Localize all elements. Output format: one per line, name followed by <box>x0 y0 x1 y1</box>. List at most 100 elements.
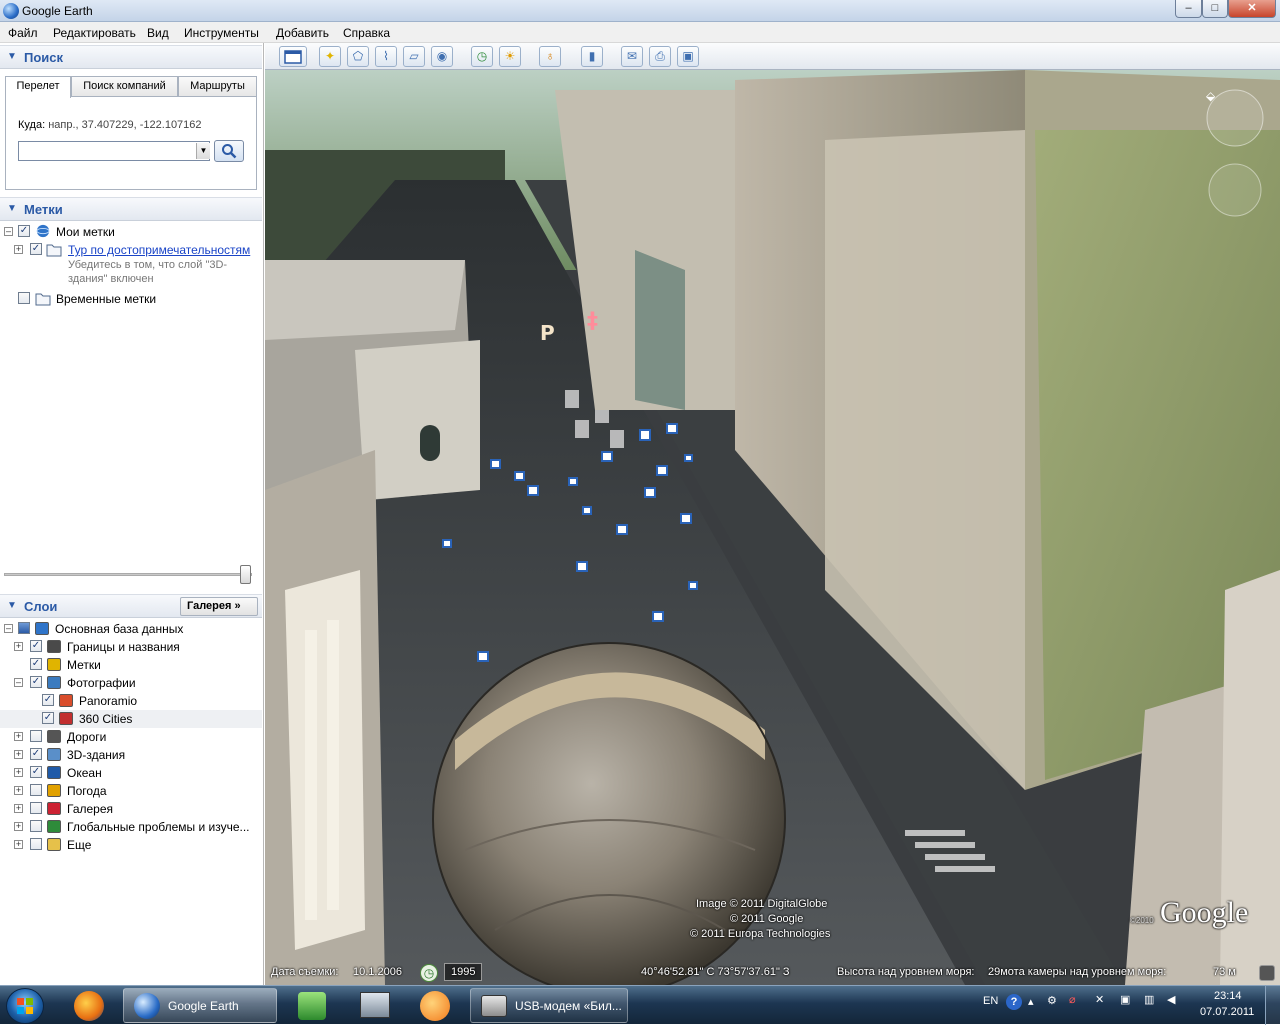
chevron-down-icon[interactable]: ▼ <box>196 143 210 159</box>
close-button[interactable]: ✕ <box>1228 0 1276 18</box>
network-icon[interactable]: ▥ <box>1144 993 1154 1006</box>
language-indicator[interactable]: EN <box>983 995 998 1007</box>
expand-toggle[interactable]: + <box>14 822 23 831</box>
record-tour-button[interactable]: ◉ <box>431 46 453 67</box>
panel-splitter-track[interactable] <box>4 573 252 576</box>
north-icon[interactable]: ⬙ <box>1206 89 1216 103</box>
checkbox[interactable]: ✓ <box>30 676 42 688</box>
places-panel-header[interactable]: ▼ Метки <box>0 197 262 221</box>
layer-item[interactable]: + ✓ Океан <box>0 764 262 782</box>
checkbox[interactable] <box>30 820 42 832</box>
collapse-toggle[interactable]: – <box>4 624 13 633</box>
tray-icon[interactable]: ✕ <box>1095 993 1104 1006</box>
switch-sky-button[interactable]: ♁ <box>539 46 561 67</box>
checkbox[interactable] <box>18 622 30 634</box>
collapse-toggle[interactable]: – <box>4 227 13 236</box>
tab-find-businesses[interactable]: Поиск компаний <box>71 76 178 97</box>
show-desktop-button[interactable] <box>1265 986 1280 1025</box>
layers-panel-header[interactable]: ▼ Слои Галерея » <box>0 594 262 618</box>
checkbox[interactable]: ✓ <box>42 712 54 724</box>
start-button[interactable] <box>6 988 44 1024</box>
search-panel-header[interactable]: ▼ Поиск <box>0 45 262 69</box>
look-joystick[interactable] <box>1206 89 1264 147</box>
chat-icon[interactable] <box>420 991 450 1021</box>
layer-item[interactable]: ✓ Метки <box>0 656 262 674</box>
history-year-button[interactable]: 1995 <box>444 963 483 981</box>
checkbox[interactable] <box>30 838 42 850</box>
checkbox[interactable] <box>18 292 30 304</box>
menu-add[interactable]: Добавить <box>276 26 329 40</box>
checkbox[interactable]: ✓ <box>30 640 42 652</box>
layer-item[interactable]: + Дороги <box>0 728 262 746</box>
checkbox[interactable]: ✓ <box>30 748 42 760</box>
expand-toggle[interactable]: + <box>14 732 23 741</box>
tray-icon[interactable]: ▣ <box>1120 993 1130 1006</box>
expand-toggle[interactable]: + <box>14 804 23 813</box>
taskbar-button-google-earth[interactable]: Google Earth <box>123 988 277 1023</box>
help-icon[interactable]: ? <box>1006 994 1022 1010</box>
layer-item[interactable]: + Еще <box>0 836 262 854</box>
firefox-icon[interactable] <box>74 991 104 1021</box>
layer-item[interactable]: ✓ Panoramio <box>0 692 262 710</box>
taskbar-button-usb-modem[interactable]: USB-модем «Бил... <box>470 988 628 1023</box>
layer-item[interactable]: + Погода <box>0 782 262 800</box>
expand-toggle[interactable]: + <box>14 840 23 849</box>
clock-date[interactable]: 07.07.2011 <box>1200 1006 1254 1018</box>
expand-toggle[interactable]: + <box>14 768 23 777</box>
add-polygon-button[interactable]: ⬠ <box>347 46 369 67</box>
checkbox[interactable]: ✓ <box>30 243 42 255</box>
menu-tools[interactable]: Инструменты <box>184 26 259 40</box>
navigation-controls[interactable]: ⬙ <box>1200 82 1270 222</box>
layer-item[interactable]: – ✓ Фотографии <box>0 674 262 692</box>
tray-icon[interactable]: ⌀ <box>1069 993 1076 1006</box>
monitor-icon[interactable] <box>360 992 390 1018</box>
print-button[interactable]: ⎙ <box>649 46 671 67</box>
tree-item-my-places[interactable]: – ✓ Мои метки <box>0 223 262 241</box>
tree-item-tour[interactable]: + ✓ Тур по достопримечательностям <box>0 241 262 259</box>
email-button[interactable]: ✉ <box>621 46 643 67</box>
expand-toggle[interactable]: + <box>14 642 23 651</box>
checkbox[interactable] <box>30 802 42 814</box>
menu-help[interactable]: Справка <box>343 26 390 40</box>
menu-view[interactable]: Вид <box>147 26 169 40</box>
search-button[interactable] <box>214 140 244 162</box>
clock-time[interactable]: 23:14 <box>1214 990 1242 1002</box>
app-icon[interactable] <box>298 992 326 1020</box>
expand-toggle[interactable]: + <box>14 786 23 795</box>
historical-clock-icon[interactable]: ◷ <box>420 964 438 982</box>
layer-item[interactable]: + Галерея <box>0 800 262 818</box>
menu-edit[interactable]: Редактировать <box>53 26 136 40</box>
expand-toggle[interactable]: + <box>14 245 23 254</box>
move-joystick[interactable] <box>1208 163 1262 217</box>
checkbox[interactable]: ✓ <box>30 766 42 778</box>
checkbox[interactable]: ✓ <box>30 658 42 670</box>
add-overlay-button[interactable]: ▱ <box>403 46 425 67</box>
search-input[interactable]: ▼ <box>18 141 210 161</box>
layer-item[interactable]: + ✓ Границы и названия <box>0 638 262 656</box>
minimize-button[interactable]: – <box>1175 0 1202 18</box>
maximize-button[interactable]: □ <box>1202 0 1228 18</box>
3d-viewer[interactable]: P ‡ Image © 2011 DigitalGlobe © 2011 Goo… <box>265 70 1280 985</box>
layer-item[interactable]: ✓ 360 Cities <box>0 710 262 728</box>
tray-icon[interactable]: ▴ <box>1028 995 1034 1008</box>
gallery-button[interactable]: Галерея » <box>180 597 258 616</box>
collapse-toggle[interactable]: – <box>14 678 23 687</box>
tab-directions[interactable]: Маршруты <box>178 76 257 97</box>
volume-icon[interactable]: ◀ <box>1167 993 1175 1006</box>
tree-item-temporary[interactable]: Временные метки <box>0 290 262 308</box>
checkbox[interactable]: ✓ <box>18 225 30 237</box>
layer-item[interactable]: + Глобальные проблемы и изуче... <box>0 818 262 836</box>
menu-file[interactable]: Файл <box>8 26 38 40</box>
save-image-button[interactable]: ▣ <box>677 46 699 67</box>
sunlight-button[interactable]: ☀ <box>499 46 521 67</box>
ruler-button[interactable]: ▮ <box>581 46 603 67</box>
checkbox[interactable] <box>30 784 42 796</box>
layer-item[interactable]: + ✓ 3D-здания <box>0 746 262 764</box>
add-path-button[interactable]: ⌇ <box>375 46 397 67</box>
expand-toggle[interactable]: + <box>14 750 23 759</box>
checkbox[interactable]: ✓ <box>42 694 54 706</box>
historical-imagery-button[interactable]: ◷ <box>471 46 493 67</box>
tab-fly-to[interactable]: Перелет <box>5 76 71 98</box>
panel-splitter-thumb[interactable] <box>240 565 251 584</box>
add-placemark-button[interactable]: ✦ <box>319 46 341 67</box>
